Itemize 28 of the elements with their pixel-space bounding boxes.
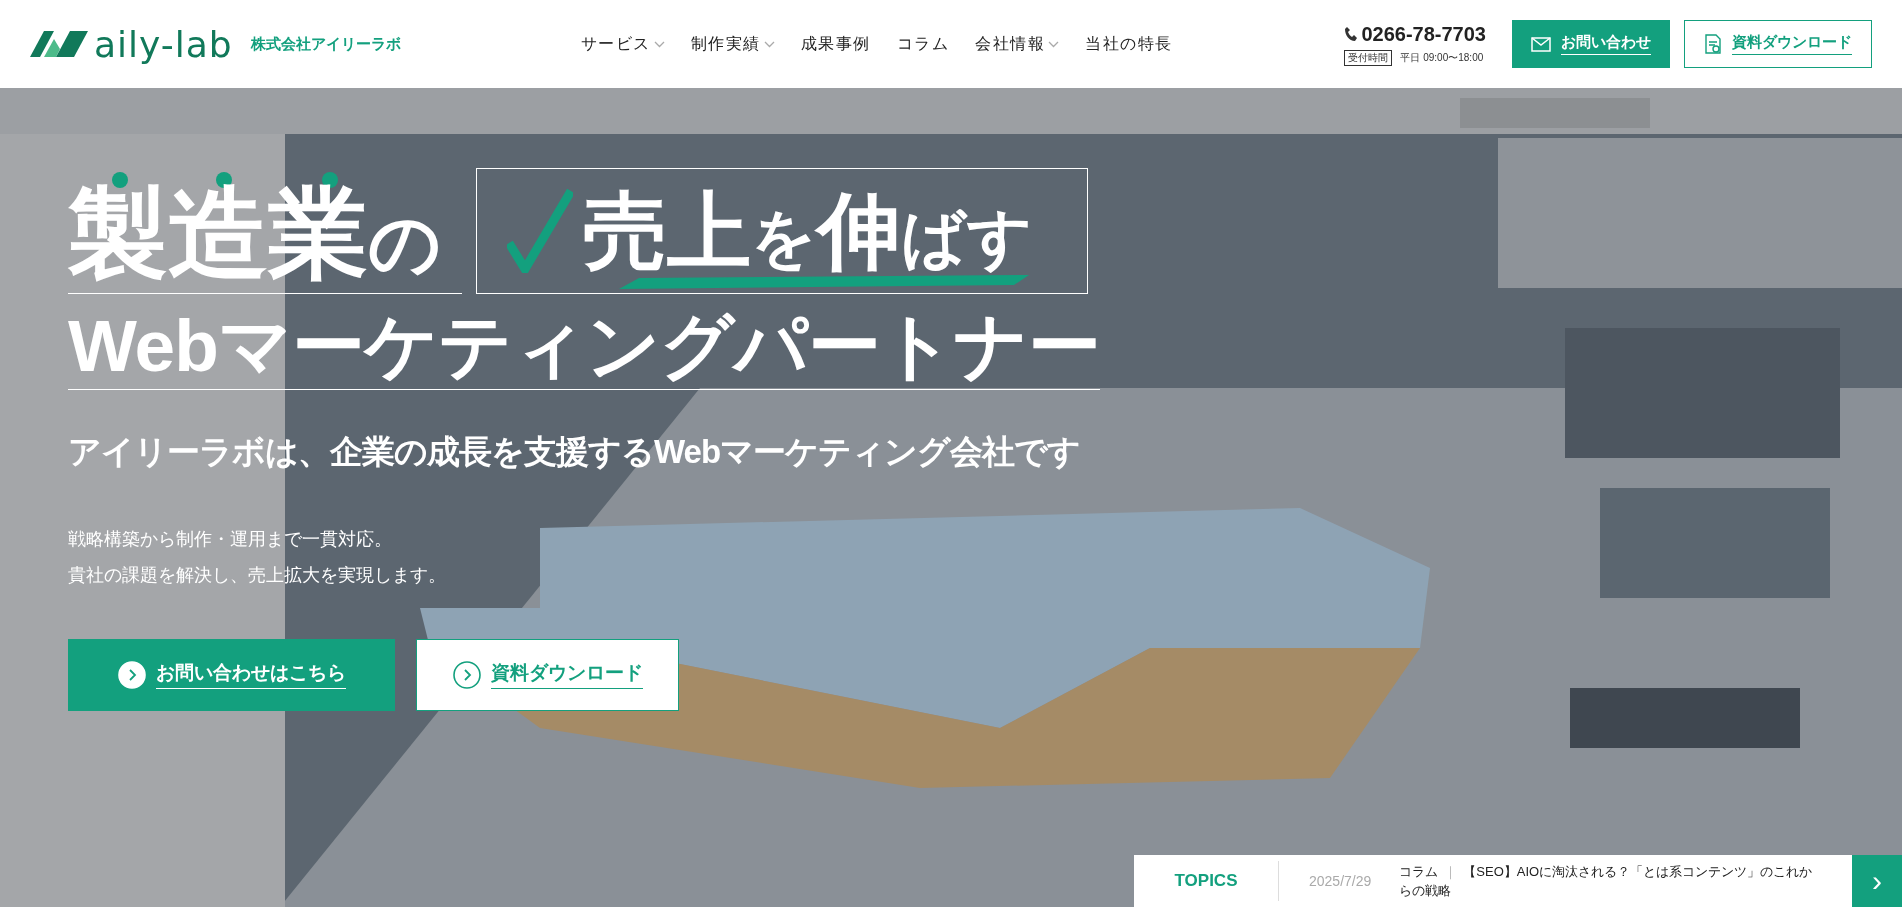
business-hours: 平日 09:00〜18:00 — [1400, 50, 1484, 65]
nav-link[interactable]: 成果事例 — [800, 33, 871, 55]
checkmark-icon — [507, 189, 573, 273]
headline-highlight: 売上を伸ばす — [583, 189, 1033, 273]
nav-link[interactable]: サービス — [580, 33, 665, 55]
mail-icon — [1531, 36, 1551, 52]
nav-link[interactable]: コラム — [896, 33, 950, 55]
description-line: 貴社の課題を解決し、売上拡大を実現します。 — [68, 563, 447, 587]
logo-mark-icon — [30, 31, 88, 57]
chevron-circle-icon — [117, 660, 146, 689]
hours-label: 受付時間 — [1344, 49, 1393, 66]
logo-text[interactable]: aily-lab — [94, 23, 233, 65]
chevron-down-icon — [763, 40, 775, 48]
nav-link[interactable]: 当社の特長 — [1085, 33, 1173, 55]
chevron-circle-icon — [452, 660, 481, 689]
topics-label: TOPICS — [1134, 861, 1279, 901]
topic-headline[interactable]: コラム ｜ 【SEO】AIOに淘汰される？「とは系コンテンツ」のこれからの戦略 — [1399, 862, 1820, 900]
phone-icon — [1344, 26, 1358, 42]
nav-link[interactable]: 制作実績 — [690, 33, 775, 55]
nav-link[interactable]: 会社情報 — [975, 33, 1060, 55]
headline: 製造業の — [68, 183, 462, 294]
topic-date: 2025/7/29 — [1309, 873, 1372, 889]
document-icon — [1704, 34, 1722, 54]
description-line: 戦略構築から制作・運用まで一貫対応。 — [68, 527, 393, 551]
chevron-down-icon — [1048, 40, 1060, 48]
chevron-down-icon — [653, 40, 665, 48]
company-name: 株式会社アイリーラボ — [250, 34, 401, 54]
phone-number[interactable]: 0266-78-7703 — [1361, 22, 1486, 46]
